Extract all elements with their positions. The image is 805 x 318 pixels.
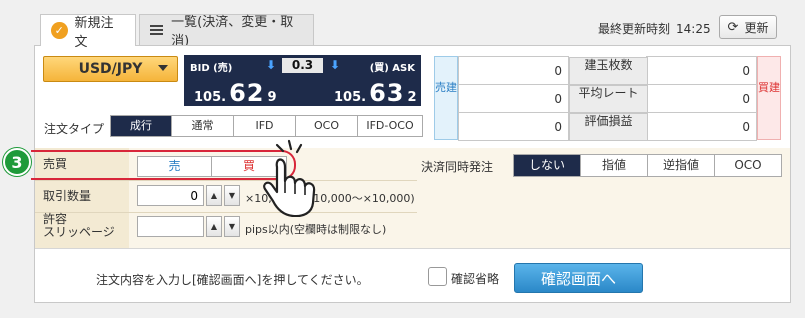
currency-pair-value: USD/JPY: [78, 61, 143, 77]
confirm-button[interactable]: 確認画面へ: [514, 263, 643, 293]
ask-price-prefix: 105.: [334, 90, 367, 105]
buy-count: 0: [646, 56, 757, 85]
slippage-input[interactable]: [137, 216, 204, 237]
pointing-hand-icon: [263, 139, 316, 217]
order-type-ifd-oco[interactable]: IFD-OCO: [358, 116, 422, 136]
arrow-down-icon: ⬇: [330, 58, 341, 72]
check-circle-icon: ✓: [51, 22, 68, 39]
slippage-hint: pips以内(空欄時は制限なし): [245, 223, 387, 236]
bid-price[interactable]: 105. 62 9: [194, 79, 277, 107]
tab-new-order[interactable]: ✓ 新規注文: [40, 14, 136, 50]
arrow-down-icon: ⬇: [266, 58, 277, 72]
table-row: 0 建玉枚数 0: [458, 56, 757, 85]
close-stop[interactable]: 逆指値: [648, 155, 715, 176]
divider: [35, 212, 417, 213]
chevron-down-icon: [158, 65, 168, 71]
slippage-label-2: スリッページ: [43, 225, 115, 239]
bid-label: BID (売): [190, 63, 233, 74]
ask-price-sub: 2: [407, 90, 417, 105]
step-badge: 3: [3, 148, 31, 176]
slippage-label-1: 許容: [43, 212, 68, 226]
buy-positions-label: 買建: [757, 56, 781, 140]
row-label: 建玉枚数: [569, 56, 648, 85]
order-type-oco[interactable]: OCO: [296, 116, 358, 136]
slippage-decrement-button[interactable]: ▼: [224, 216, 240, 237]
close-none[interactable]: しない: [514, 155, 581, 176]
sell-positions-label: 売建: [434, 56, 458, 140]
price-board: BID (売) ⬇ 0.3 ⬇ (買) ASK 105. 62 9 105. 63 2: [184, 55, 421, 107]
close-oco[interactable]: OCO: [715, 155, 781, 176]
order-type-ifd[interactable]: IFD: [234, 116, 296, 136]
sell-pnl: 0: [458, 112, 569, 141]
close-limit[interactable]: 指値: [581, 155, 648, 176]
bid-price-big: 62: [229, 79, 265, 107]
skip-confirm-checkbox[interactable]: [428, 267, 447, 286]
tab-list[interactable]: 一覧(決済、変更・取消): [139, 14, 314, 49]
skip-confirm-label: 確認省略: [451, 272, 500, 286]
table-row: 0 平均レート 0: [458, 84, 757, 113]
currency-pair-select[interactable]: USD/JPY: [43, 56, 178, 82]
table-row: 0 評価損益 0: [458, 112, 757, 141]
row-label: 平均レート: [569, 84, 648, 113]
sell-count: 0: [458, 56, 569, 85]
refresh-button[interactable]: ⟳ 更新: [719, 15, 777, 39]
last-updated-label: 最終更新時刻: [598, 22, 671, 36]
refresh-label: 更新: [744, 20, 769, 35]
divider: [35, 248, 790, 249]
last-updated: 最終更新時刻 14:25: [598, 20, 711, 37]
ask-price[interactable]: 105. 63 2: [334, 79, 417, 107]
divider: [35, 180, 417, 181]
positions-table: 0 建玉枚数 0 0 平均レート 0 0 評価損益 0: [458, 56, 757, 141]
close-order-group: しない 指値 逆指値 OCO: [513, 154, 782, 177]
bid-price-sub: 9: [267, 90, 277, 105]
tab-new-order-label: 新規注文: [74, 15, 114, 50]
quantity-input[interactable]: [137, 185, 204, 206]
order-type-limit[interactable]: 通常: [172, 116, 234, 136]
highlight-outline: [31, 150, 296, 180]
order-type-market[interactable]: 成行: [111, 116, 172, 136]
quantity-increment-button[interactable]: ▲: [206, 185, 222, 206]
last-updated-time: 14:25: [676, 22, 711, 36]
spread-value: 0.3: [282, 58, 323, 73]
order-type-label: 注文タイプ: [44, 122, 105, 136]
instruction-text: 注文内容を入力し[確認画面へ]を押してください。: [96, 273, 369, 287]
ask-price-big: 63: [369, 79, 405, 107]
row-label: 評価損益: [569, 112, 648, 141]
close-order-label: 決済同時発注: [421, 160, 494, 174]
tab-list-label: 一覧(決済、変更・取消): [171, 15, 294, 49]
list-icon: [150, 24, 164, 36]
sell-avg-rate: 0: [458, 84, 569, 113]
bid-price-prefix: 105.: [194, 90, 227, 105]
order-type-group: 成行 通常 IFD OCO IFD-OCO: [110, 115, 423, 137]
refresh-icon: ⟳: [727, 19, 739, 35]
quantity-decrement-button[interactable]: ▼: [224, 185, 240, 206]
buy-pnl: 0: [646, 112, 757, 141]
ask-label: (買) ASK: [369, 63, 415, 74]
buy-avg-rate: 0: [646, 84, 757, 113]
slippage-increment-button[interactable]: ▲: [206, 216, 222, 237]
quantity-label: 取引数量: [43, 189, 92, 203]
